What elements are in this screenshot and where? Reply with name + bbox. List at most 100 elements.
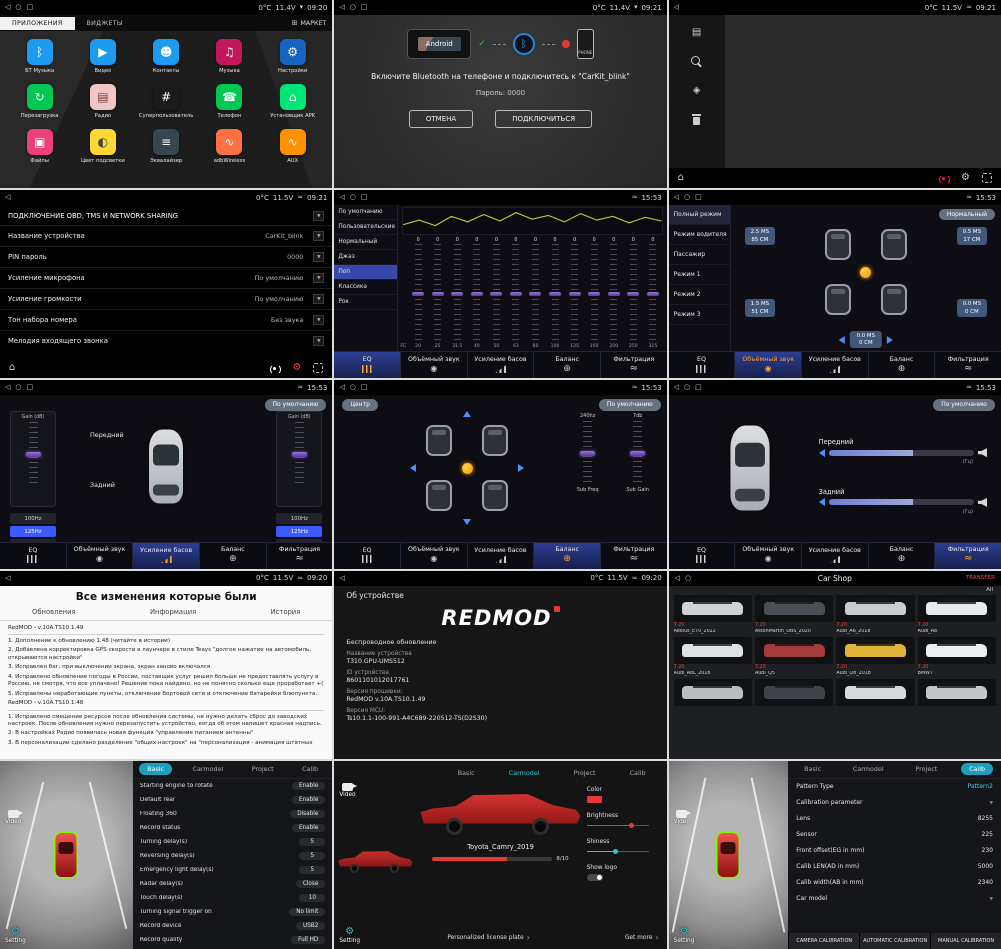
video-chip[interactable]: Video (5, 810, 21, 825)
setting-value[interactable]: Disable (290, 810, 325, 818)
mode-item[interactable]: Режим 1 (669, 265, 730, 285)
band-knob[interactable] (451, 292, 463, 296)
tab[interactable]: Calib (961, 763, 993, 775)
calib-value[interactable]: 5000 (978, 863, 993, 870)
setting-chip[interactable]: Setting (339, 927, 360, 944)
app-item[interactable]: ▣ Файлы (8, 129, 71, 164)
calib-value[interactable]: 8255 (978, 815, 993, 822)
car-model-preview[interactable] (420, 787, 580, 833)
preset-item[interactable]: Джаз (334, 250, 397, 265)
setting-row[interactable]: Starting engine to rotate Enable (133, 779, 332, 793)
progress-bar[interactable] (432, 857, 552, 861)
carmodel-control[interactable]: Show logo (587, 865, 659, 881)
calibration-button[interactable]: MANUAL CALIBRATION (930, 933, 1001, 949)
control-widget[interactable] (587, 796, 602, 803)
calibration-button[interactable]: CAMERA CALIBRATION (788, 933, 859, 949)
nav-recents-icon[interactable] (695, 384, 702, 391)
hotspot-icon[interactable] (268, 363, 280, 374)
band-slider[interactable] (649, 244, 656, 343)
settings-row[interactable]: PIN пароль 0000 (0, 246, 332, 267)
app-item[interactable]: ▤ Радио (71, 84, 134, 119)
setting-value[interactable]: No limit (289, 908, 325, 916)
band-slider[interactable] (512, 244, 519, 343)
tab[interactable]: Project (566, 767, 604, 779)
calibration-button[interactable]: AUTOMATIC CALIBRATION (859, 933, 930, 949)
changelog-tab[interactable]: Обновления (28, 606, 80, 618)
audio-tab[interactable]: Баланс (533, 543, 600, 569)
app-item[interactable]: ∿ AUX (261, 129, 324, 164)
slider-track[interactable] (583, 421, 592, 485)
car-item[interactable]: 7.20 Audi_A8 (918, 595, 996, 634)
nav-back-icon[interactable] (674, 194, 679, 201)
preset-button[interactable]: Нормальный (939, 209, 995, 220)
dropdown-caret-icon[interactable] (313, 252, 324, 262)
band-knob[interactable] (490, 292, 502, 296)
setting-chip[interactable]: Setting (674, 927, 695, 944)
app-item[interactable]: ∿ adbWireless (198, 129, 261, 164)
seats-illustration[interactable] (426, 425, 508, 511)
eq-band[interactable]: 0 50 (487, 237, 507, 350)
link[interactable]: Get more (625, 934, 659, 942)
eq-band[interactable]: 0 40 (467, 237, 487, 350)
app-item[interactable]: # Суперпользователь (135, 84, 198, 119)
settings-row[interactable]: Усиление громкости По умолчанию (0, 288, 332, 309)
band-slider[interactable] (493, 244, 500, 343)
audio-tab[interactable]: Фильтрация (934, 352, 1001, 378)
market-button[interactable]: МАРКЕТ (292, 20, 333, 27)
band-slider[interactable] (454, 244, 461, 343)
band-slider[interactable] (415, 244, 422, 343)
calib-row[interactable]: Pattern Type Pattern2 (788, 779, 1001, 795)
search-icon[interactable] (691, 56, 702, 67)
audio-tab[interactable]: Усиление басов (801, 352, 868, 378)
audio-tab[interactable]: Усиление басов (467, 352, 534, 378)
setting-row[interactable]: Record device USB2 (133, 919, 332, 933)
carmodel-control[interactable]: Color (587, 787, 659, 803)
settings-row[interactable]: Название устройства CarKit_blink (0, 225, 332, 246)
nav-back-icon[interactable] (339, 194, 344, 201)
eq-band[interactable]: 0 25 (428, 237, 448, 350)
left-arrow-icon[interactable] (819, 449, 825, 457)
eq-band[interactable]: 0 125 (565, 237, 585, 350)
filter-slider[interactable] (819, 498, 987, 507)
audio-tab[interactable]: Усиление басов (132, 543, 199, 569)
calib-row[interactable]: Calib width(AB in mm) 2340 (788, 875, 1001, 891)
app-item[interactable]: ᛒ БТ Музыка (8, 39, 71, 74)
default-button[interactable]: По умолчанию (599, 399, 661, 410)
audio-tab[interactable]: Фильтрация (600, 352, 667, 378)
band-knob[interactable] (588, 292, 600, 296)
audio-tab[interactable]: Фильтрация (266, 543, 333, 569)
setting-value[interactable]: 10 (299, 894, 325, 902)
trash-icon[interactable] (692, 114, 701, 125)
nav-recents-icon[interactable] (695, 194, 702, 201)
screenshot-icon[interactable] (982, 173, 992, 183)
connect-button[interactable]: ПОДКЛЮЧИТЬСЯ (495, 110, 592, 128)
slider-knob[interactable] (580, 451, 595, 456)
seat-rear-left[interactable] (426, 480, 452, 511)
nav-home-icon[interactable] (350, 4, 356, 11)
band-knob[interactable] (529, 292, 541, 296)
audio-tab[interactable]: Усиление басов (801, 543, 868, 569)
preset-item[interactable]: Нормальный (334, 235, 397, 250)
hotspot-icon[interactable] (937, 173, 949, 184)
default-button[interactable]: По умолчанию (933, 399, 995, 410)
tab[interactable]: Carmodel (845, 763, 892, 775)
setting-row[interactable]: Reversing delay(s) 5 (133, 849, 332, 863)
audio-tab[interactable]: Баланс (533, 352, 600, 378)
nav-home-icon[interactable] (684, 384, 690, 391)
calib-row[interactable]: Front offset(EG in mm) 230 (788, 843, 1001, 859)
nav-recents-icon[interactable] (27, 4, 34, 11)
nav-back-icon[interactable] (339, 4, 344, 11)
setting-row[interactable]: Floating 360 Disable (133, 807, 332, 821)
app-item[interactable]: ◐ Цвет подсветки (71, 129, 134, 164)
nav-back-icon[interactable] (5, 384, 10, 391)
app-item[interactable]: ≡ Эквалайзер (135, 129, 198, 164)
calib-value[interactable]: 2340 (978, 879, 993, 886)
dropdown-caret-icon[interactable] (313, 231, 324, 241)
eq-band[interactable]: 0 63 (506, 237, 526, 350)
home-icon[interactable] (678, 173, 684, 183)
center-button[interactable]: Центр (342, 399, 378, 410)
dropdown-caret-icon[interactable] (313, 336, 324, 346)
app-item[interactable]: ☎ Телефон (198, 84, 261, 119)
video-chip[interactable]: Video (674, 810, 690, 825)
listening-position-dot[interactable] (860, 267, 871, 278)
